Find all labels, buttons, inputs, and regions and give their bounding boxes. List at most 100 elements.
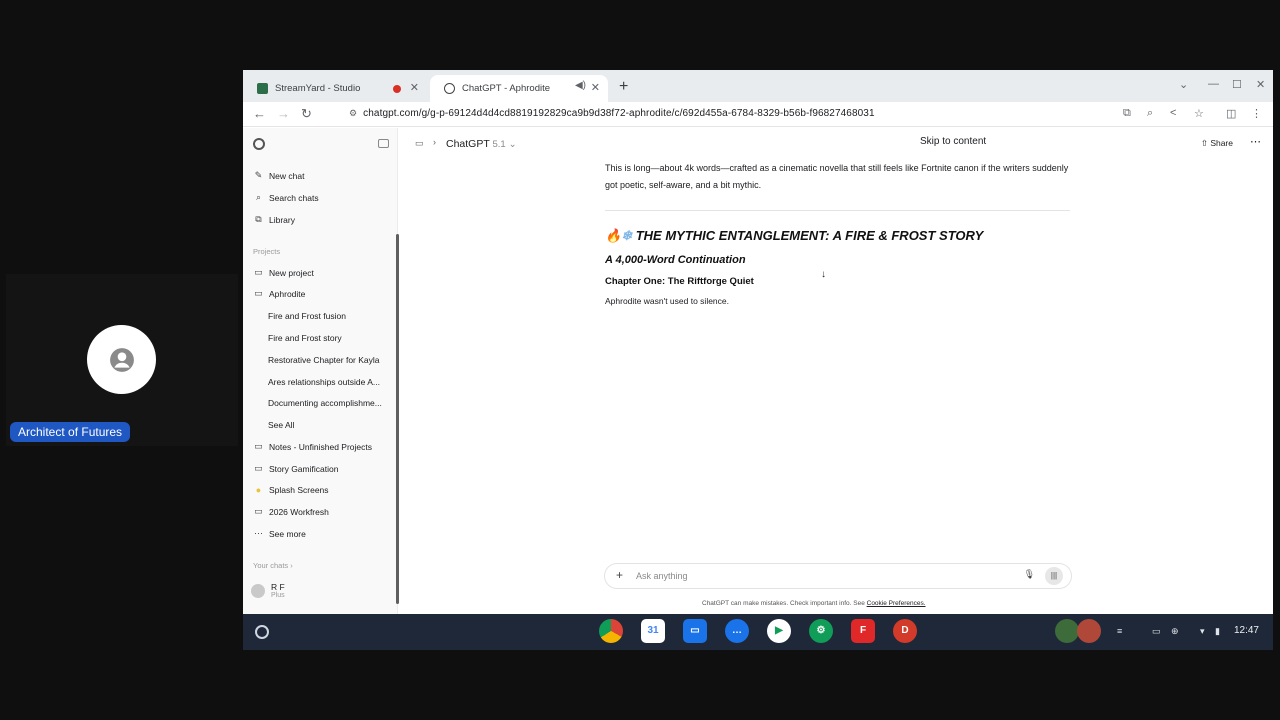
tab-chatgpt[interactable]: ChatGPT - Aphrodite ◀) ✕ — [430, 75, 608, 102]
profile-avatar-icon[interactable] — [1077, 619, 1101, 643]
chatgpt-logo-icon[interactable] — [253, 138, 265, 150]
share-page-icon[interactable]: < — [1170, 107, 1176, 119]
flipboard-icon[interactable]: F — [851, 619, 875, 643]
folder-open-icon: ▭ — [254, 288, 263, 298]
sidebar-item-search-chats[interactable]: ⌕ Search chats — [253, 192, 319, 203]
story-title: 🔥❄ THE MYTHIC ENTANGLEMENT: A FIRE & FRO… — [605, 228, 1070, 244]
sidebar-scrollbar[interactable] — [396, 234, 399, 604]
sidebar-item-folder[interactable]: ▭ Notes - Unfinished Projects — [253, 441, 372, 452]
scroll-down-icon[interactable]: ↓ — [821, 269, 826, 280]
search-icon: ⌕ — [255, 192, 262, 202]
address-bar: ← → ↻ ⚙ chatgpt.com/g/g-p-69124d4d4cd8819… — [243, 102, 1273, 127]
close-window-icon[interactable]: ✕ — [1256, 78, 1265, 91]
project-chat-item[interactable]: Ares relationships outside A... — [268, 377, 380, 387]
maximize-icon[interactable]: ☐ — [1232, 78, 1242, 91]
url-field[interactable]: ⚙ chatgpt.com/g/g-p-69124d4d4cd8819192829… — [349, 108, 875, 119]
user-name: R F — [271, 582, 285, 592]
folder-icon: ▭ — [254, 463, 263, 473]
play-store-icon[interactable]: ▶ — [767, 619, 791, 643]
sidebar-item-label: New project — [269, 267, 314, 278]
projects-heading: Projects — [253, 247, 281, 256]
close-icon[interactable]: ✕ — [410, 81, 419, 94]
folder-icon: ▭ — [254, 441, 263, 451]
user-menu[interactable]: R F Plus — [251, 583, 285, 599]
open-in-app-icon[interactable]: ⧉ — [1123, 107, 1131, 120]
sidebar-item-folder[interactable]: ● Splash Screens — [253, 485, 329, 495]
voice-mode-icon[interactable]: ||| — [1045, 567, 1063, 585]
sidebar-item-folder[interactable]: ▭ 2026 Workfresh — [253, 506, 329, 517]
project-chat-item[interactable]: Documenting accomplishme... — [268, 398, 382, 408]
clock[interactable]: 12:47 — [1234, 625, 1259, 636]
chat-composer[interactable]: + Ask anything 🎙 ||| — [605, 564, 1071, 588]
sidebar-item-new-project[interactable]: ▭ New project — [253, 267, 314, 278]
speaker-icon[interactable]: ◀) — [575, 80, 586, 91]
plus-icon[interactable]: + — [616, 568, 623, 582]
more-options-icon[interactable]: ⋯ — [1250, 135, 1261, 148]
browser-menu-icon[interactable]: ⋮ — [1251, 107, 1262, 120]
sidebar-item-label: Aphrodite — [269, 288, 306, 299]
folder-icon: ▭ — [254, 506, 263, 516]
project-chat-item[interactable]: Restorative Chapter for Kayla — [268, 355, 380, 365]
screen-capture-icon[interactable]: ▭ — [1152, 626, 1161, 637]
share-label: Share — [1210, 138, 1233, 148]
your-chats-label: Your chats — [253, 561, 289, 570]
project-chat-item[interactable]: Fire and Frost fusion — [268, 311, 346, 321]
library-icon: ⧉ — [255, 214, 262, 224]
reload-icon[interactable]: ↻ — [301, 106, 312, 122]
sidebar-item-label: Story Gamification — [269, 463, 339, 474]
site-info-icon[interactable]: ⚙ — [349, 108, 357, 118]
back-icon[interactable]: ← — [253, 106, 266, 121]
chapter-heading: Chapter One: The Riftforge Quiet — [605, 276, 754, 287]
add-icon[interactable]: ⊕ — [1171, 626, 1179, 637]
streamyard-icon — [257, 83, 268, 94]
chevron-down-icon: ⌄ — [508, 139, 517, 150]
disclaimer: ChatGPT can make mistakes. Check importa… — [702, 600, 926, 607]
new-tab-button[interactable]: + — [619, 78, 628, 96]
cookie-preferences-link[interactable]: Cookie Preferences. — [867, 600, 926, 607]
close-icon[interactable]: ✕ — [591, 81, 600, 94]
playlist-icon[interactable]: ≡ — [1117, 626, 1122, 636]
zoom-icon[interactable]: ⌕ — [1147, 107, 1153, 120]
folder-icon[interactable]: ▭ — [415, 138, 424, 149]
bookmark-star-icon[interactable]: ☆ — [1194, 107, 1204, 120]
fire-icon: 🔥 — [605, 228, 622, 243]
skip-to-content-link[interactable]: Skip to content — [920, 136, 986, 147]
tab-streamyard[interactable]: StreamYard - Studio ✕ — [243, 75, 427, 102]
sidebar-toggle-icon[interactable] — [378, 139, 389, 148]
sidebar-item-library[interactable]: ⧉ Library — [253, 214, 295, 225]
your-chats-heading[interactable]: Your chats › — [253, 561, 293, 570]
tab-search-icon[interactable]: ⌄ — [1179, 78, 1188, 91]
settings-icon[interactable]: ⚙ — [809, 619, 833, 643]
url-text: chatgpt.com/g/g-p-69124d4d4cd8819192829c… — [363, 108, 875, 119]
dashlane-icon[interactable]: D — [893, 619, 917, 643]
messages-icon[interactable]: … — [725, 619, 749, 643]
tab-title: StreamYard - Studio — [275, 83, 361, 94]
message-intro: This is long—about 4k words—crafted as a… — [605, 163, 1069, 190]
sidebar-item-see-more[interactable]: ⋯ See more — [253, 528, 306, 539]
sidebar-item-label: 2026 Workfresh — [269, 506, 329, 517]
share-icon: ⇧ — [1200, 138, 1208, 148]
minimize-icon[interactable]: — — [1208, 78, 1219, 90]
prompt-input[interactable]: Ask anything — [636, 571, 688, 581]
sidebar-item-new-chat[interactable]: ✎ New chat — [253, 170, 305, 181]
forward-icon[interactable]: → — [277, 106, 290, 121]
microphone-icon[interactable]: 🎙 — [1024, 569, 1035, 580]
see-all-link[interactable]: See All — [268, 420, 294, 430]
files-icon[interactable]: ▭ — [683, 619, 707, 643]
calendar-icon[interactable]: 31 — [641, 619, 665, 643]
launcher-icon[interactable] — [255, 625, 269, 639]
chevron-right-icon: › — [433, 137, 436, 147]
story-subtitle: A 4,000-Word Continuation — [605, 254, 746, 266]
side-panel-icon[interactable]: ◫ — [1226, 107, 1236, 120]
chrome-icon[interactable] — [599, 619, 623, 643]
profile-avatar-icon[interactable] — [1055, 619, 1079, 643]
model-selector[interactable]: ChatGPT 5.1 ⌄ — [446, 138, 517, 150]
recording-icon — [393, 85, 401, 93]
sidebar-item-label: Library — [269, 214, 295, 225]
divider — [605, 210, 1070, 211]
project-chat-item[interactable]: Fire and Frost story — [268, 333, 342, 343]
sidebar-item-folder[interactable]: ▭ Story Gamification — [253, 463, 338, 474]
share-button[interactable]: ⇧ Share — [1201, 138, 1233, 149]
sidebar-item-project-aphrodite[interactable]: ▭ Aphrodite — [253, 288, 305, 299]
folder-yellow-icon: ● — [255, 485, 262, 495]
